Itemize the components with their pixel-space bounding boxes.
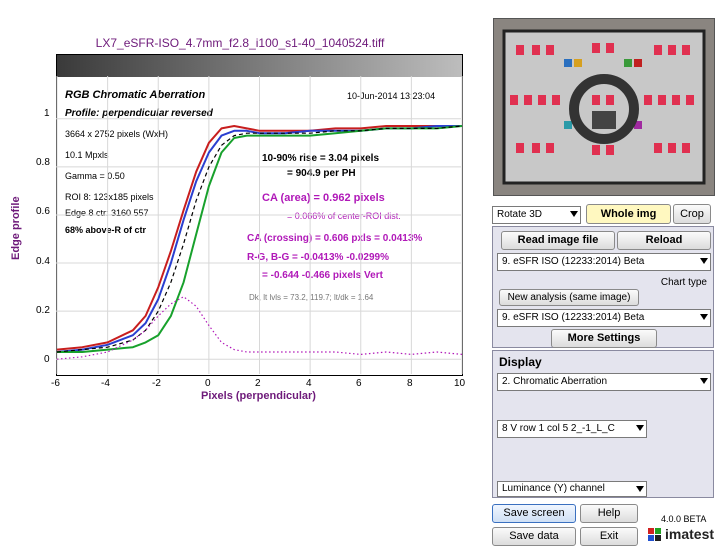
save-screen-button[interactable]: Save screen — [492, 504, 576, 523]
file-title: LX7_eSFR-ISO_4.7mm_f2.8_i100_s1-40_10405… — [95, 36, 385, 50]
save-data-button[interactable]: Save data — [492, 527, 576, 546]
analysis-panel: Read image file Reload 9. eSFR ISO (1223… — [492, 226, 714, 348]
edge-profile-chart — [56, 76, 463, 374]
rotate-select-value: Rotate 3D — [497, 209, 543, 220]
chart-select-value: 9. eSFR ISO (12233:2014) Beta — [502, 256, 645, 267]
version-label: 4.0.0 BETA — [661, 514, 707, 524]
image-thumbnail[interactable] — [493, 18, 715, 196]
display-label: Display — [499, 355, 542, 369]
x-tick-label: -4 — [101, 378, 110, 389]
rotate-select[interactable]: Rotate 3D — [492, 206, 581, 224]
y-axis-label: Edge profile — [10, 196, 22, 260]
brand-name: imatest — [665, 526, 715, 542]
chevron-down-icon — [700, 258, 708, 264]
more-settings-button[interactable]: More Settings — [551, 329, 657, 348]
roi-select-value: 8 V row 1 col 5 2_-1_L_C — [502, 423, 615, 434]
display-select[interactable]: 2. Chromatic Aberration — [497, 373, 711, 391]
chevron-down-icon — [700, 378, 708, 384]
roi-select[interactable]: 8 V row 1 col 5 2_-1_L_C — [497, 420, 647, 438]
y-tick-label: 0.2 — [36, 305, 50, 316]
x-tick-label: -6 — [51, 378, 60, 389]
new-analysis-button[interactable]: New analysis (same image) — [499, 289, 639, 306]
whole-img-button[interactable]: Whole img — [586, 204, 671, 224]
help-button[interactable]: Help — [580, 504, 638, 523]
imatest-logo-icon — [648, 528, 662, 542]
crop-button[interactable]: Crop — [673, 204, 711, 224]
x-tick-label: 6 — [356, 378, 362, 389]
chevron-down-icon — [636, 486, 644, 492]
x-tick-label: 2 — [255, 378, 261, 389]
chart-type-select-value: 9. eSFR ISO (12233:2014) Beta — [502, 312, 645, 323]
display-panel: Display 2. Chromatic Aberration 8 V row … — [492, 350, 714, 498]
chevron-down-icon — [636, 425, 644, 431]
test-chart-thumbnail-image — [494, 19, 714, 195]
y-tick-label: 0.6 — [36, 206, 50, 217]
chevron-down-icon — [570, 211, 578, 217]
display-select-value: 2. Chromatic Aberration — [502, 376, 608, 387]
channel-select-value: Luminance (Y) channel — [502, 483, 605, 494]
x-tick-label: 8 — [407, 378, 413, 389]
chart-type-label: Chart type — [660, 277, 707, 288]
y-tick-label: 0.8 — [36, 157, 50, 168]
y-tick-label: 1 — [44, 108, 50, 119]
exit-button[interactable]: Exit — [580, 527, 638, 546]
channel-select[interactable]: Luminance (Y) channel — [497, 481, 647, 497]
x-tick-label: 4 — [306, 378, 312, 389]
read-image-button[interactable]: Read image file — [501, 231, 615, 250]
x-axis-label: Pixels (perpendicular) — [201, 390, 316, 402]
x-tick-label: -2 — [152, 378, 161, 389]
chevron-down-icon — [700, 314, 708, 320]
chart-select[interactable]: 9. eSFR ISO (12233:2014) Beta — [497, 253, 711, 271]
y-tick-label: 0 — [44, 354, 50, 365]
x-tick-label: 0 — [205, 378, 211, 389]
x-tick-label: 10 — [454, 378, 466, 389]
y-tick-label: 0.4 — [36, 256, 50, 267]
chart-type-select[interactable]: 9. eSFR ISO (12233:2014) Beta — [497, 309, 711, 327]
reload-button[interactable]: Reload — [617, 231, 711, 250]
